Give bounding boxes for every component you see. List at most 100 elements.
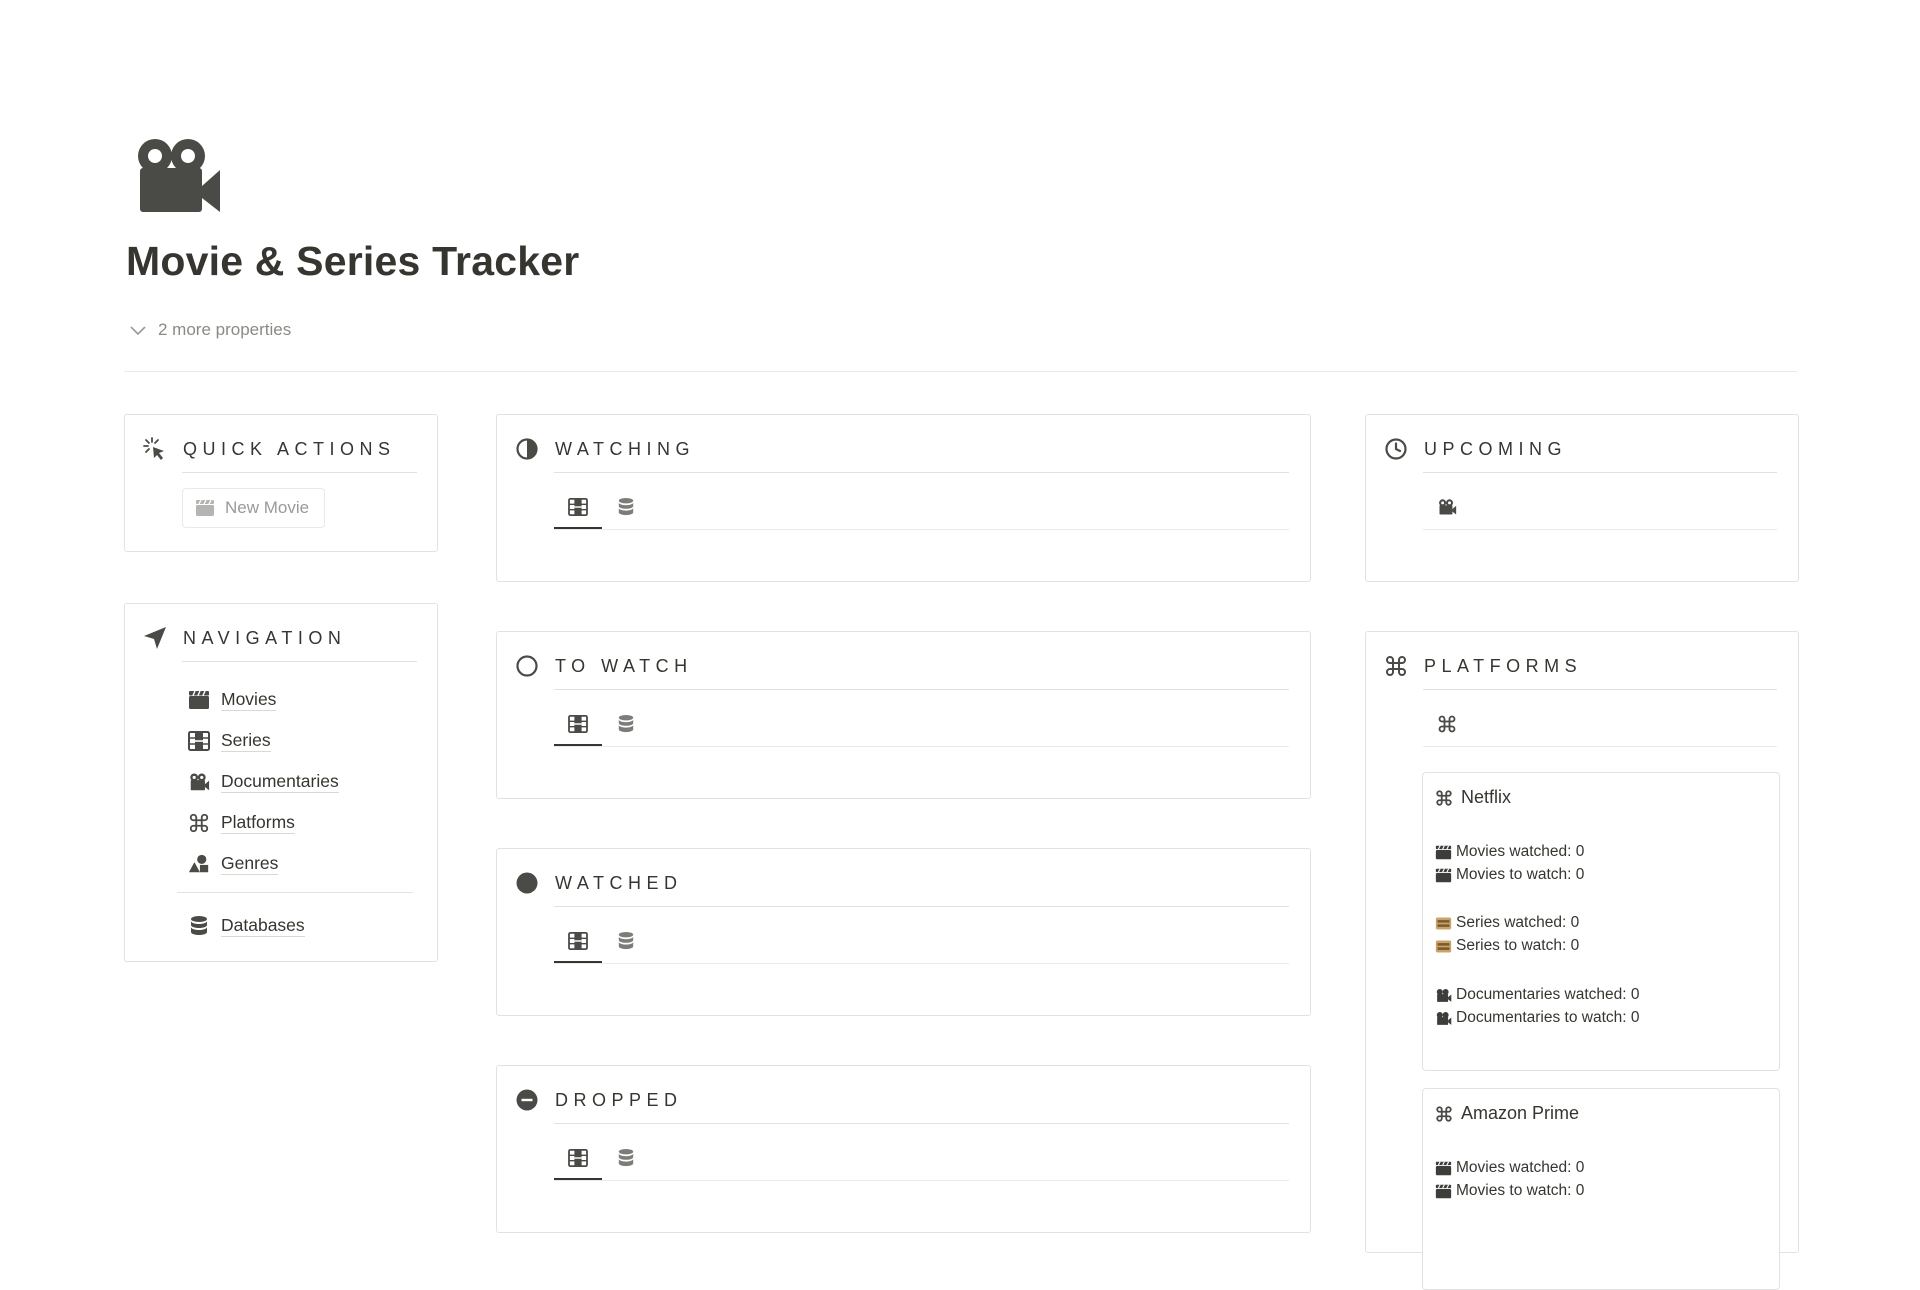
- tab-platforms-view[interactable]: [1423, 704, 1471, 744]
- new-movie-label: New Movie: [225, 498, 310, 517]
- nav-item-label: Movies: [221, 689, 277, 711]
- minus-circle-icon: [513, 1086, 541, 1114]
- cursor-click-icon: [141, 435, 169, 463]
- nav-item-platforms[interactable]: Platforms: [187, 802, 413, 843]
- clapperboard-icon: [187, 688, 211, 712]
- header-divider: [124, 371, 1797, 372]
- quick-actions-rule: [182, 472, 417, 473]
- navigation-rule: [182, 661, 417, 662]
- tab-gallery-view[interactable]: [554, 1138, 602, 1180]
- film-strip-icon: [568, 715, 588, 733]
- watched-header: WATCHED: [513, 869, 1290, 897]
- platform-stat-text: Series to watch: 0: [1456, 937, 1580, 954]
- database-icon: [618, 498, 634, 516]
- nav-item-series[interactable]: Series: [187, 720, 413, 761]
- clapperboard-icon: [1435, 844, 1452, 859]
- watched-section: WATCHED: [496, 848, 1311, 1016]
- clapperboard-icon: [1435, 867, 1452, 882]
- command-icon: [1436, 1105, 1452, 1122]
- film-strip-icon: [568, 932, 588, 950]
- platform-stat-line: Movies to watch: 0: [1435, 866, 1584, 884]
- command-icon: [1438, 715, 1456, 733]
- platforms-tab-rule: [1423, 746, 1777, 747]
- more-properties-toggle[interactable]: 2 more properties: [128, 320, 291, 340]
- platforms-title: PLATFORMS: [1424, 655, 1583, 676]
- tv-icon: [1435, 940, 1452, 952]
- upcoming-title: UPCOMING: [1424, 438, 1567, 459]
- to-watch-section: TO WATCH: [496, 631, 1311, 799]
- nav-item-databases[interactable]: Databases: [187, 905, 413, 946]
- platform-stat-text: Documentaries watched: 0: [1456, 986, 1640, 1003]
- nav-item-documentaries[interactable]: Documentaries: [187, 761, 413, 802]
- shapes-icon: [187, 852, 211, 876]
- platform-card-amazon-prime[interactable]: Amazon Prime Movies watched: 0 Movies to…: [1422, 1088, 1780, 1290]
- platform-name: Amazon Prime: [1461, 1103, 1580, 1123]
- movie-camera-icon: [1436, 1011, 1452, 1025]
- tv-icon: [1435, 917, 1452, 929]
- platform-stat-line: Movies to watch: 0: [1435, 1182, 1584, 1200]
- watched-title: WATCHED: [555, 872, 683, 893]
- platform-stat-line: Movies watched: 0: [1435, 1159, 1584, 1177]
- watched-view-tabs: [554, 921, 650, 963]
- database-icon: [618, 715, 634, 733]
- navigation-separator: [177, 892, 413, 893]
- navigation-list: Movies Series Documentaries Platforms Ge…: [177, 679, 413, 946]
- nav-item-genres[interactable]: Genres: [187, 843, 413, 884]
- tab-documentaries-view[interactable]: [1423, 487, 1471, 527]
- nav-item-label: Documentaries: [221, 771, 339, 793]
- new-movie-button[interactable]: New Movie: [182, 488, 326, 528]
- watched-rule: [554, 906, 1289, 907]
- tab-gallery-view[interactable]: [554, 921, 602, 963]
- tab-database-view[interactable]: [602, 921, 650, 961]
- movie-camera-icon: [187, 770, 211, 794]
- platform-stat-text: Movies to watch: 0: [1456, 866, 1585, 883]
- watching-section: WATCHING: [496, 414, 1311, 582]
- page-icon-movie-camera[interactable]: [128, 128, 224, 224]
- tab-database-view[interactable]: [602, 487, 650, 527]
- quick-actions-card: QUICK ACTIONS New Movie: [124, 414, 438, 552]
- dropped-rule: [554, 1123, 1289, 1124]
- tab-gallery-view[interactable]: [554, 487, 602, 529]
- to-watch-title: TO WATCH: [555, 655, 693, 676]
- platform-stat-line: Documentaries watched: 0: [1435, 986, 1640, 1004]
- command-icon: [1382, 652, 1410, 680]
- command-icon: [187, 811, 211, 835]
- platform-stat-text: Movies watched: 0: [1456, 1159, 1585, 1176]
- platform-stat-text: Documentaries to watch: 0: [1456, 1009, 1640, 1026]
- platform-stat-line: Movies watched: 0: [1435, 843, 1584, 861]
- nav-item-label: Genres: [221, 853, 279, 875]
- nav-item-movies[interactable]: Movies: [187, 679, 413, 720]
- quick-actions-header: QUICK ACTIONS: [141, 435, 417, 463]
- tab-database-view[interactable]: [602, 1138, 650, 1178]
- command-icon: [1436, 789, 1452, 806]
- to-watch-view-tabs: [554, 704, 650, 746]
- filled-circle-icon: [513, 869, 541, 897]
- nav-item-label: Series: [221, 730, 271, 752]
- platform-stat-text: Movies to watch: 0: [1456, 1182, 1585, 1199]
- half-circle-icon: [513, 435, 541, 463]
- platform-card-title: Netflix: [1435, 787, 1511, 808]
- watching-title: WATCHING: [555, 438, 695, 459]
- platform-card-netflix[interactable]: Netflix Movies watched: 0 Movies to watc…: [1422, 772, 1780, 1071]
- movie-camera-icon: [138, 139, 220, 212]
- quick-actions-title: QUICK ACTIONS: [183, 438, 396, 459]
- film-strip-icon: [187, 729, 211, 753]
- platforms-rule: [1423, 689, 1777, 690]
- platform-stat-line: Documentaries to watch: 0: [1435, 1009, 1640, 1027]
- clapperboard-icon: [1435, 1160, 1452, 1175]
- clock-icon: [1382, 435, 1410, 463]
- page-title: Movie & Series Tracker: [126, 238, 580, 284]
- nav-item-label: Platforms: [221, 812, 295, 834]
- empty-circle-icon: [513, 652, 541, 680]
- clapperboard-icon: [196, 499, 214, 516]
- upcoming-rule: [1423, 472, 1777, 473]
- tab-database-view[interactable]: [602, 704, 650, 744]
- movie-camera-icon: [1436, 988, 1452, 1002]
- platform-stat-line: Series watched: 0: [1435, 914, 1579, 932]
- tab-gallery-view[interactable]: [554, 704, 602, 746]
- watching-view-tabs: [554, 487, 650, 529]
- platform-stat-text: Movies watched: 0: [1456, 843, 1585, 860]
- navigation-arrow-icon: [141, 624, 169, 652]
- watching-header: WATCHING: [513, 435, 1290, 463]
- platform-card-title: Amazon Prime: [1435, 1103, 1579, 1124]
